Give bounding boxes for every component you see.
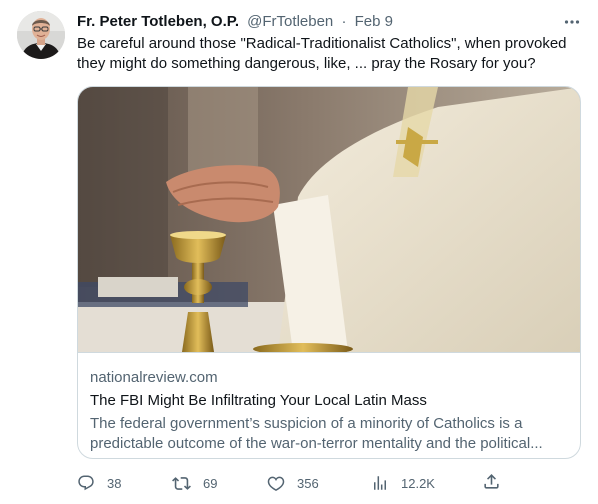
card-image[interactable] [78, 87, 580, 352]
retweet-count: 69 [203, 475, 218, 491]
card-domain: nationalreview.com [90, 369, 218, 386]
like-button[interactable]: 356 [267, 472, 319, 494]
views-button[interactable]: 12.2K [371, 472, 435, 494]
reply-button[interactable]: 38 [77, 472, 121, 494]
link-card[interactable]: nationalreview.com The FBI Might Be Infi… [77, 86, 581, 459]
card-description: The federal government’s suspicion of a … [90, 414, 572, 454]
share-button[interactable] [482, 472, 504, 494]
card-description-line: predictable outcome of the war-on-terror… [90, 435, 543, 452]
tweet-text: Be careful around those "Radical-Traditi… [77, 34, 582, 74]
retweet-icon [172, 474, 191, 493]
tweet-header: Fr. Peter Totleben, O.P. @FrTotleben · F… [77, 12, 582, 32]
more-horizontal-icon[interactable] [562, 12, 582, 32]
tweet-text-line: Be careful around those "Radical-Traditi… [77, 35, 567, 52]
heart-icon [267, 474, 285, 492]
like-count: 356 [297, 475, 319, 491]
share-icon [482, 474, 501, 495]
action-bar: 38 69 356 12.2K [77, 472, 507, 494]
card-title: The FBI Might Be Infiltrating Your Local… [90, 392, 427, 409]
tweet[interactable]: Fr. Peter Totleben, O.P. @FrTotleben · F… [0, 0, 598, 504]
tweet-date[interactable]: Feb 9 [355, 13, 393, 30]
retweet-button[interactable]: 69 [172, 472, 217, 494]
separator-dot: · [341, 13, 347, 30]
reply-count: 38 [107, 475, 122, 491]
card-description-line: The federal government’s suspicion of a … [90, 415, 523, 432]
views-count: 12.2K [401, 475, 435, 491]
card-body[interactable]: nationalreview.com The FBI Might Be Infi… [78, 352, 580, 458]
avatar[interactable] [17, 11, 65, 59]
reply-icon [77, 474, 95, 492]
avatar-image [17, 11, 65, 59]
author-handle[interactable]: @FrTotleben [247, 13, 333, 30]
author-display-name[interactable]: Fr. Peter Totleben, O.P. [77, 13, 239, 30]
tweet-text-line: they might do something dangerous, like,… [77, 55, 536, 72]
views-bar-chart-icon [371, 474, 389, 492]
